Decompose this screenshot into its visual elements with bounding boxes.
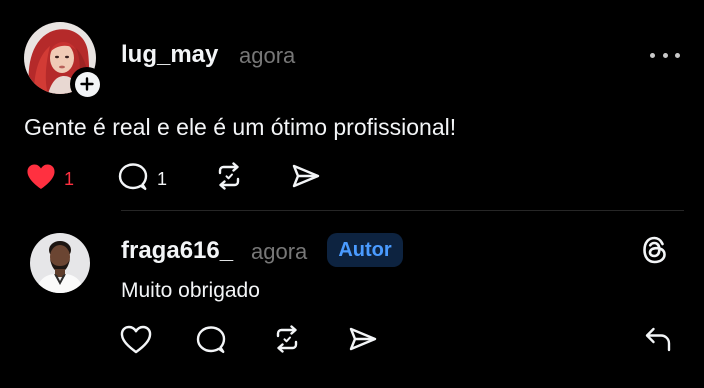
share-icon [348,326,378,357]
share-icon [291,163,321,194]
comment-icon [118,162,148,197]
reply-timestamp: agora [251,239,308,264]
post-text: Gente é real e ele é um ótimo profission… [24,114,457,140]
reply-repost-button[interactable] [272,325,302,358]
reply-text: Muito obrigado [121,279,260,302]
reply-username[interactable]: fraga616_ [121,237,233,265]
comment-icon [196,325,226,360]
threads-logo-icon[interactable] [641,235,669,270]
reply-comment-button[interactable] [196,325,226,360]
reply-author-avatar[interactable] [30,233,90,293]
author-badge: Autor [327,233,403,267]
comment-button[interactable]: 1 [118,162,167,197]
more-dots-icon[interactable] [650,50,680,60]
like-button[interactable]: 1 [26,163,74,195]
plus-icon [74,71,100,97]
repost-icon [214,162,244,195]
post-timestamp: agora [239,43,296,68]
reply-to-comment-button[interactable] [644,326,672,357]
repost-button[interactable] [214,162,244,195]
reply-arrow-icon [644,326,672,357]
comment-count: 1 [157,169,168,189]
follow-button[interactable] [70,67,104,101]
post-username[interactable]: lug_may [121,41,218,69]
heart-filled-icon [26,163,56,195]
divider [121,210,684,211]
repost-icon [272,325,302,358]
heart-icon [120,325,152,359]
like-count: 1 [64,168,75,189]
reply-share-button[interactable] [348,326,378,357]
reply-like-button[interactable] [120,325,152,359]
share-button[interactable] [291,163,321,194]
